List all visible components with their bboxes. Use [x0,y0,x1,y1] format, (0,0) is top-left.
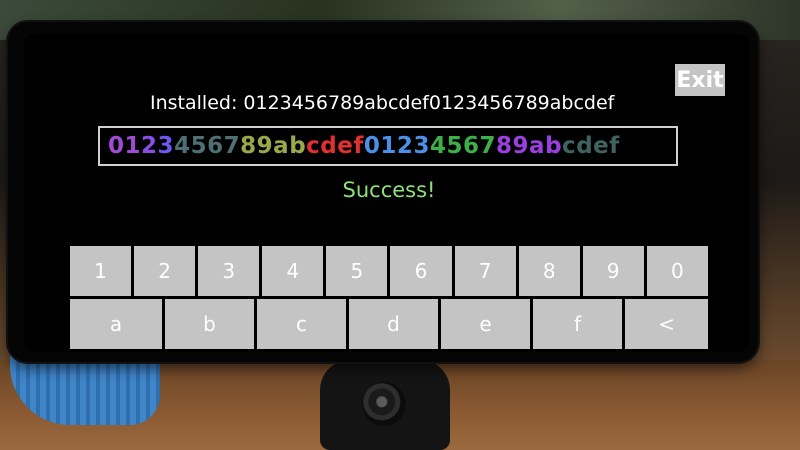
entered-char: 6 [207,133,224,159]
entered-char: e [593,133,610,159]
entered-char: 3 [413,133,430,159]
entered-char: 4 [174,133,191,159]
entered-char: 9 [512,133,530,159]
key-f[interactable]: f [533,299,622,349]
key-9[interactable]: 9 [582,246,644,296]
key-7[interactable]: 7 [454,246,516,296]
entered-char: 1 [380,133,397,159]
entered-char: 0 [108,133,125,159]
digit-key-row: 1234567890 [70,246,708,296]
key-1[interactable]: 1 [70,246,132,296]
entered-char: 8 [240,133,257,159]
entered-char: d [576,133,594,159]
entered-char: a [273,133,290,159]
backspace-key[interactable]: < [625,299,708,349]
key-4[interactable]: 4 [262,246,324,296]
entered-char: d [320,133,338,159]
key-2[interactable]: 2 [134,246,196,296]
entered-char: 7 [223,133,241,159]
entered-char: 2 [141,133,158,159]
entered-char: 2 [396,133,414,159]
entered-char: 7 [479,133,497,159]
key-a[interactable]: a [70,299,162,349]
entered-char: 1 [124,133,142,159]
entered-char: f [353,133,364,159]
entered-char: 0 [363,133,381,159]
key-3[interactable]: 3 [198,246,260,296]
exit-button[interactable]: Exit [675,64,725,96]
entered-char: c [562,133,577,159]
entered-char: a [529,133,546,159]
code-entry-field[interactable]: 0123456789abcdef0123456789abcdef [98,126,678,166]
entered-char: e [337,133,354,159]
key-d[interactable]: d [349,299,438,349]
key-b[interactable]: b [165,299,254,349]
key-0[interactable]: 0 [646,246,708,296]
entered-char: b [289,133,307,159]
app-screen: Exit Installed: 0123456789abcdef01234567… [24,34,749,352]
key-6[interactable]: 6 [390,246,452,296]
entered-char: 4 [429,133,447,159]
status-message: Success! [342,178,436,202]
entered-char: c [306,133,321,159]
entered-char: 9 [256,133,274,159]
entered-char: 5 [190,133,208,159]
camera-lens [362,382,406,426]
key-5[interactable]: 5 [326,246,388,296]
key-e[interactable]: e [441,299,530,349]
entered-char: b [545,133,563,159]
photo-scene: Exit Installed: 0123456789abcdef01234567… [0,0,800,450]
letter-key-row: a b c d e f < [70,299,708,349]
entered-char: 8 [496,133,513,159]
installed-code-label: Installed: 0123456789abcdef0123456789abc… [150,92,615,114]
key-c[interactable]: c [257,299,346,349]
key-8[interactable]: 8 [518,246,580,296]
entered-char: 5 [446,133,463,159]
hex-keypad: 1234567890 a b c d e f < [70,246,708,352]
entered-char: f [609,133,620,159]
entered-char: 6 [462,133,480,159]
entered-char: 3 [157,133,175,159]
phone-device: Exit Installed: 0123456789abcdef01234567… [8,22,758,362]
